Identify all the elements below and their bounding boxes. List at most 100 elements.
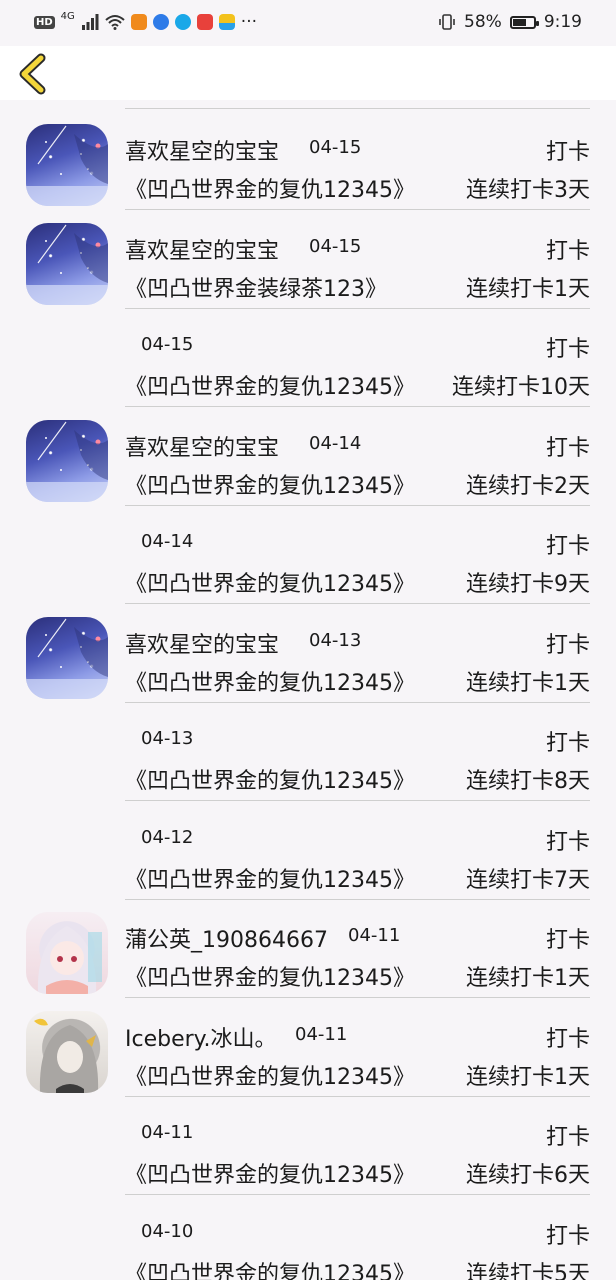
book-title[interactable]: 《凹凸世界金的复仇12345》 (125, 1059, 415, 1091)
user-avatar[interactable] (26, 222, 108, 305)
streak-count: 连续打卡1天 (466, 276, 590, 302)
checkin-action-label: 打卡 (545, 140, 590, 165)
checkin-action-label: 打卡 (545, 829, 590, 855)
user-avatar[interactable] (26, 1010, 108, 1093)
app-notification-icon-5 (218, 14, 235, 30)
checkin-date: 04-14 (309, 432, 362, 454)
user-name[interactable]: 喜欢星空的宝宝 (125, 627, 279, 659)
back-button[interactable] (14, 52, 58, 96)
book-title[interactable]: 《凹凸世界金的复仇12345》 (125, 1157, 415, 1189)
book-title[interactable]: 《凹凸世界金的复仇12345》 (125, 862, 415, 894)
streak-count: 连续打卡8天 (466, 769, 590, 794)
app-notification-icon-4 (196, 14, 213, 30)
more-notifications-icon: ··· (240, 12, 258, 32)
chevron-left-icon (19, 53, 46, 95)
checkin-action-label: 打卡 (545, 731, 590, 756)
checkin-record-row[interactable]: 04-12 打卡《凹凸世界金的复仇12345》 连续打卡7天 (0, 802, 616, 901)
user-name[interactable]: 喜欢星空的宝宝 (125, 430, 279, 462)
book-title[interactable]: 《凹凸世界金装绿茶123》 (125, 271, 387, 303)
checkin-action-label: 打卡 (545, 1125, 590, 1150)
checkin-date: 04-15 (141, 334, 194, 355)
avatar-image (37, 926, 102, 994)
wifi-icon (105, 15, 125, 30)
avatar-image (26, 421, 108, 502)
streak-count: 连续打卡1天 (466, 1064, 590, 1090)
battery-percent: 58% (464, 12, 502, 32)
book-title[interactable]: 《凹凸世界金的复仇12345》 (125, 763, 415, 795)
checkin-date: 04-11 (295, 1023, 348, 1045)
checkin-record-row[interactable]: 04-11 打卡《凹凸世界金的复仇12345》 连续打卡6天 (0, 1097, 616, 1196)
streak-count: 连续打卡5天 (466, 1261, 590, 1280)
user-name[interactable]: Icebery.冰山。 (125, 1021, 277, 1053)
avatar-image (26, 224, 108, 305)
avatar-image (26, 125, 108, 206)
user-avatar[interactable] (26, 912, 108, 994)
checkin-action-label: 打卡 (545, 632, 590, 658)
checkin-date: 04-10 (141, 1220, 194, 1242)
status-right: 58% 9:19 (438, 12, 582, 32)
checkin-action-label: 打卡 (545, 337, 590, 362)
user-avatar[interactable] (26, 124, 108, 206)
streak-count: 连续打卡10天 (452, 375, 590, 400)
book-title[interactable]: 《凹凸世界金的复仇12345》 (125, 566, 415, 598)
streak-count: 连续打卡1天 (466, 670, 590, 696)
user-name[interactable]: 喜欢星空的宝宝 (125, 233, 279, 265)
checkin-record-row[interactable]: 04-15 打卡《凹凸世界金的复仇12345》 连续打卡10天 (0, 309, 616, 408)
checkin-record-row[interactable]: 蒲公英_190864667 04-11 打卡《凹凸世界金的复仇12345》 连续打卡1… (0, 900, 616, 999)
user-name[interactable]: 喜欢星空的宝宝 (125, 134, 279, 166)
avatar-image (26, 618, 108, 699)
vibrate-icon (439, 14, 455, 30)
checkin-date: 04-13 (309, 629, 362, 651)
book-title[interactable]: 《凹凸世界金的复仇12345》 (125, 369, 415, 401)
checkin-record-row[interactable]: 喜欢星空的宝宝 04-14 打卡《凹凸世界金的复仇12345》 连续打卡2天 (0, 408, 616, 507)
checkin-record-row[interactable]: 喜欢星空的宝宝 04-15 打卡《凹凸世界金装绿茶123》 连续打卡1天 (0, 211, 616, 310)
status-left: HD 4G ··· (34, 10, 258, 32)
user-avatar[interactable] (26, 616, 108, 699)
checkin-date: 04-11 (348, 925, 401, 946)
clock: 9:19 (543, 12, 582, 32)
avatar-image (34, 1018, 99, 1093)
user-avatar[interactable] (26, 419, 108, 502)
app-notification-icon-1 (130, 14, 147, 30)
book-title[interactable]: 《凹凸世界金的复仇12345》 (125, 665, 415, 697)
checkin-record-row[interactable]: Icebery.冰山。 04-11 打卡《凹凸世界金的复仇12345》 连续打卡1天 (0, 999, 616, 1098)
checkin-record-row[interactable]: 04-13 打卡《凹凸世界金的复仇12345》 连续打卡8天 (0, 703, 616, 802)
checkin-date: 04-11 (141, 1122, 194, 1143)
checkin-action-label: 打卡 (545, 435, 590, 461)
checkin-date: 04-12 (141, 826, 194, 848)
checkin-date: 04-15 (309, 235, 362, 257)
battery-icon (509, 15, 539, 29)
streak-count: 连续打卡9天 (466, 572, 590, 597)
checkin-record-row[interactable]: 04-10 打卡《凹凸世界金的复仇12345》 连续打卡5天 (0, 1196, 616, 1280)
checkin-action-label: 打卡 (545, 1223, 590, 1249)
checkin-date: 04-15 (309, 137, 362, 158)
checkin-record-row[interactable]: 喜欢星空的宝宝 04-13 打卡《凹凸世界金的复仇12345》 连续打卡1天 (0, 605, 616, 704)
checkin-action-label: 打卡 (545, 928, 590, 953)
checkin-date: 04-13 (141, 728, 194, 749)
divider (125, 108, 590, 109)
streak-count: 连续打卡7天 (466, 867, 590, 893)
streak-count: 连续打卡2天 (466, 473, 590, 499)
book-title[interactable]: 《凹凸世界金的复仇12345》 (125, 1256, 415, 1280)
checkin-action-label: 打卡 (545, 238, 590, 264)
checkin-record-row[interactable]: 喜欢星空的宝宝 04-15 打卡《凹凸世界金的复仇12345》 连续打卡3天 (0, 112, 616, 211)
status-bar: HD 4G ··· 58% 9:19 (0, 0, 616, 46)
checkin-action-label: 打卡 (545, 1026, 590, 1052)
checkin-date: 04-14 (141, 531, 194, 552)
checkin-action-label: 打卡 (545, 534, 590, 559)
user-name[interactable]: 蒲公英_190864667 (125, 922, 328, 954)
checkin-record-list[interactable]: 喜欢星空的宝宝 04-15 打卡 《凹凸世界金的复仇12345》 连续打卡3天 喜欢星空的… (0, 100, 616, 1280)
signal-icon (81, 14, 99, 30)
checkin-record-row[interactable]: 04-14 打卡《凹凸世界金的复仇12345》 连续打卡9天 (0, 506, 616, 605)
hd-indicator: HD (34, 15, 55, 29)
top-app-bar (0, 46, 616, 100)
streak-count: 连续打卡1天 (466, 966, 590, 991)
app-notification-icon-3 (174, 14, 191, 30)
app-notification-icon-2 (152, 14, 169, 30)
book-title[interactable]: 《凹凸世界金的复仇12345》 (125, 468, 415, 500)
book-title[interactable]: 《凹凸世界金的复仇12345》 (125, 960, 415, 992)
network-type: 4G (60, 10, 75, 22)
book-title[interactable]: 《凹凸世界金的复仇12345》 (125, 172, 415, 204)
streak-count: 连续打卡6天 (466, 1163, 590, 1188)
streak-count: 连续打卡3天 (466, 178, 590, 203)
